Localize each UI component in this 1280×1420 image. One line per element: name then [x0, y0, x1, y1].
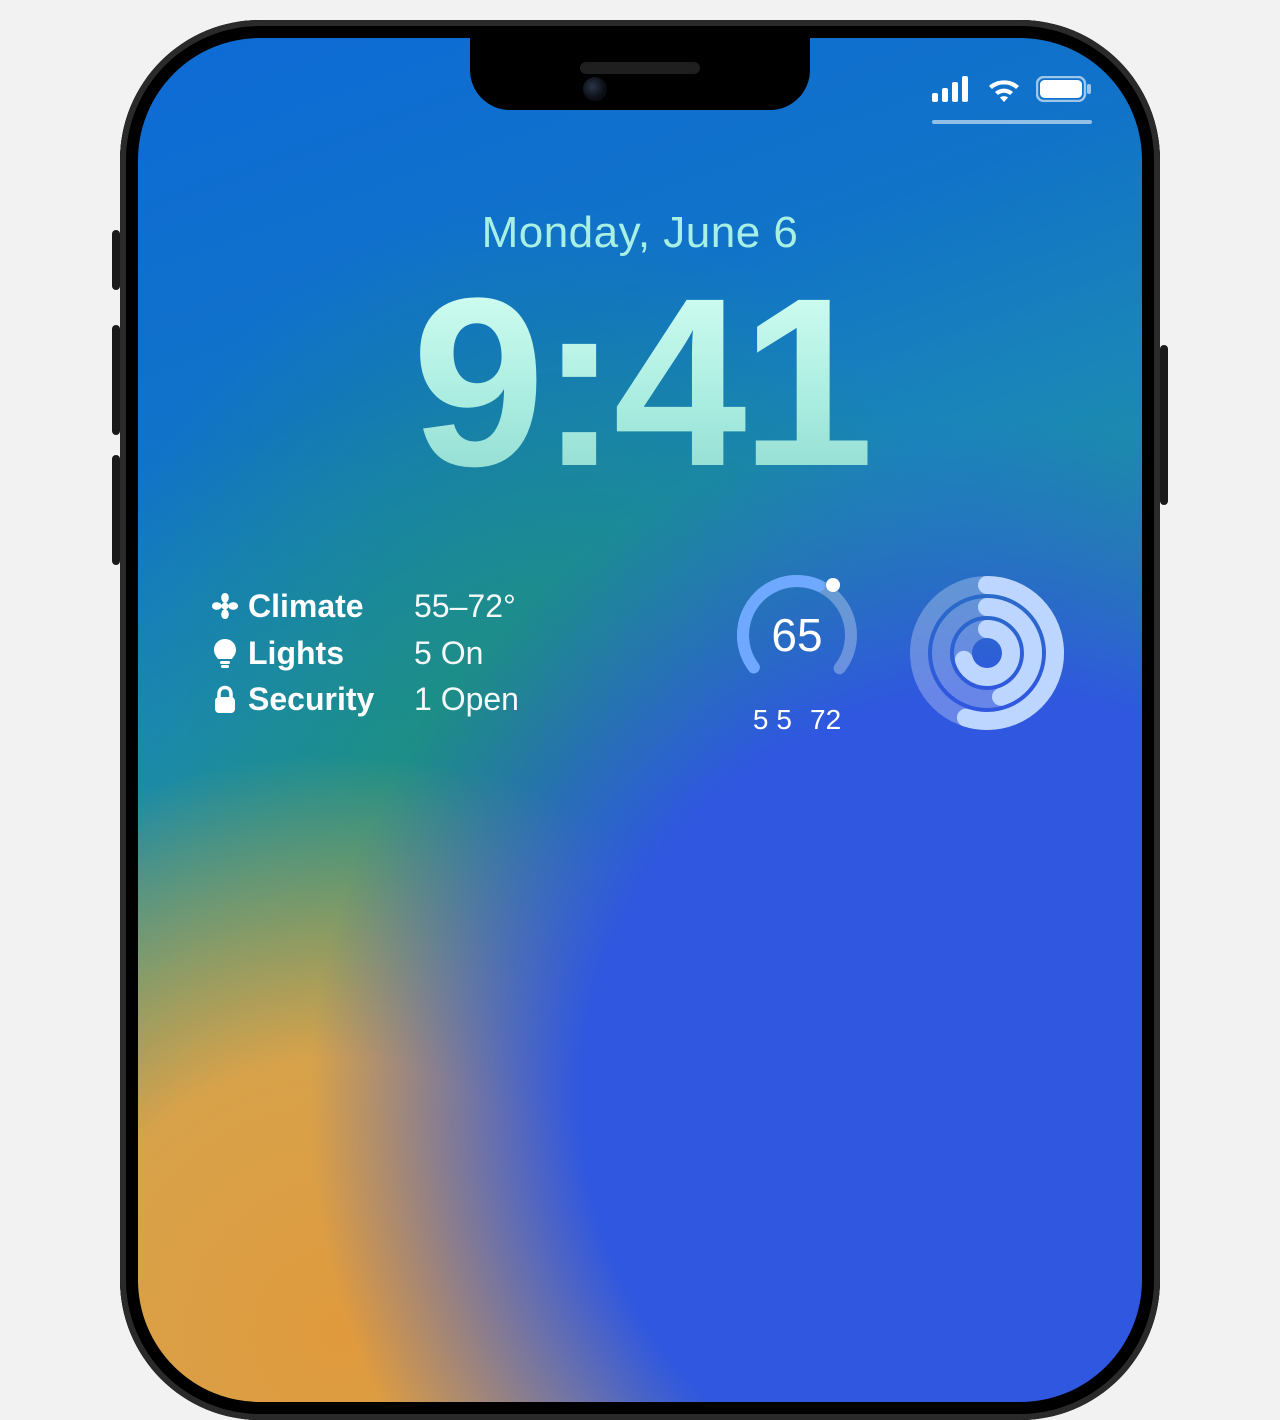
power-button — [1160, 345, 1168, 505]
home-row-label: Climate — [248, 588, 408, 625]
temperature-low: 55 — [753, 704, 800, 735]
notch — [470, 38, 810, 110]
earpiece-speaker — [580, 62, 700, 74]
phone-frame: Monday, June 6 9:41 Climate 55–72° — [120, 20, 1160, 1420]
status-underline — [932, 120, 1092, 124]
lockscreen-time: 9:41 — [138, 268, 1142, 496]
front-camera — [580, 74, 610, 104]
lock-screen[interactable]: Monday, June 6 9:41 Climate 55–72° — [138, 38, 1142, 1402]
volume-up-button — [112, 325, 120, 435]
home-row-value: 5 On — [414, 635, 554, 672]
cellular-icon — [932, 76, 972, 102]
home-summary-widget[interactable]: Climate 55–72° Lights 5 On — [208, 588, 554, 718]
temperature-current: 65 — [732, 570, 862, 700]
temperature-high: 72 — [810, 704, 841, 735]
temperature-widget[interactable]: 65 55 72 — [712, 570, 882, 736]
home-row-value: 55–72° — [414, 588, 554, 625]
temperature-range: 55 72 — [712, 704, 882, 736]
status-bar — [932, 76, 1092, 102]
battery-icon — [1036, 76, 1092, 102]
widget-row: Climate 55–72° Lights 5 On — [208, 568, 1072, 738]
volume-down-button — [112, 455, 120, 565]
mute-switch — [112, 230, 120, 290]
fan-icon — [208, 588, 242, 625]
lock-icon — [208, 681, 242, 718]
wifi-icon — [986, 76, 1022, 102]
home-row-label: Lights — [248, 635, 408, 672]
home-row-label: Security — [248, 681, 408, 718]
home-row-value: 1 Open — [414, 681, 554, 718]
bulb-icon — [208, 635, 242, 672]
activity-rings-widget[interactable] — [902, 568, 1072, 738]
